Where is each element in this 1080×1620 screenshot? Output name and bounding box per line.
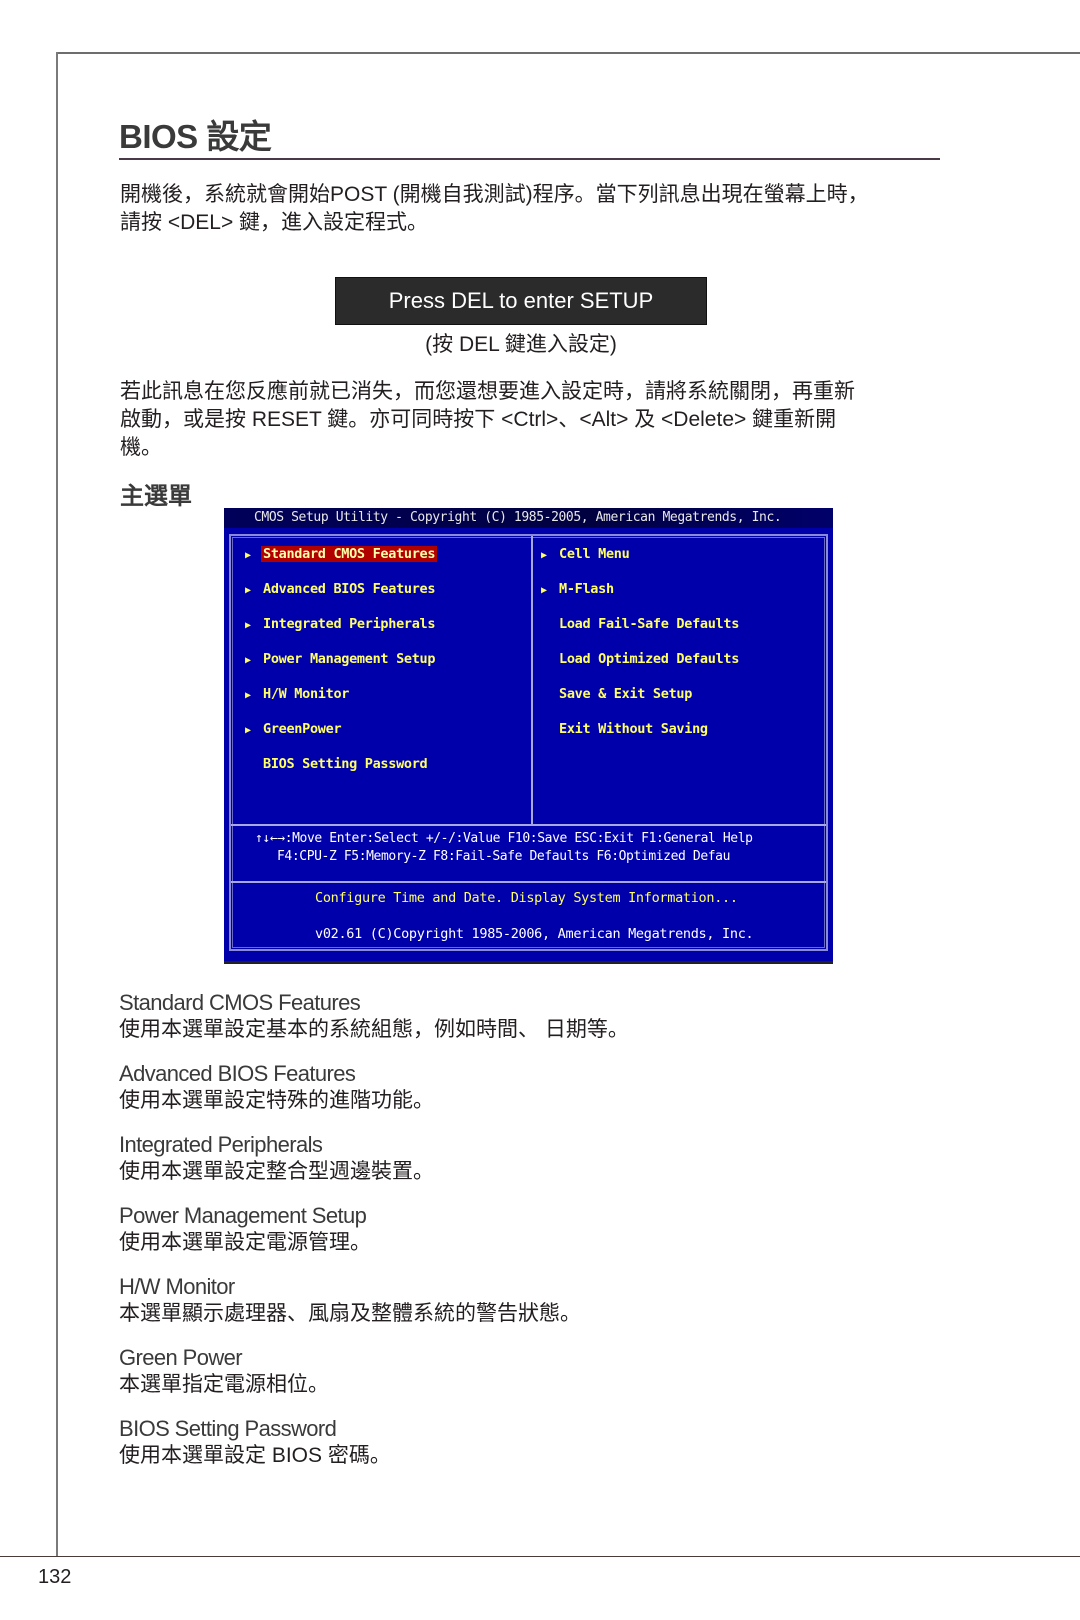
bios-left-item[interactable]: ▶ Standard CMOS Features bbox=[245, 544, 438, 564]
reset-line: 啟動，或是按 RESET 鍵。亦可同時按下 <Ctrl>、<Alt> 及 <De… bbox=[120, 408, 837, 431]
bios-right-item-label: Load Optimized Defaults bbox=[559, 651, 740, 667]
reset-line: 若此訊息在您反應前就已消失，而您還想要進入設定時，請將系統關閉，再重新 bbox=[120, 380, 855, 403]
bios-left-item-label: H/W Monitor bbox=[263, 686, 350, 702]
page-frame-left-rule bbox=[56, 52, 58, 1556]
description-text: 使用本選單設定基本的系統組態，例如時間、 日期等。 bbox=[119, 1018, 629, 1041]
bios-left-item-label: GreenPower bbox=[263, 721, 342, 737]
description-text: 使用本選單設定特殊的進階功能。 bbox=[119, 1089, 434, 1112]
description-item: BIOS Setting Password 使用本選單設定 BIOS 密碼。 bbox=[119, 1416, 919, 1470]
bios-left-item[interactable]: ▶ GreenPower bbox=[245, 719, 343, 739]
intro-line: 請按 <DEL> 鍵，進入設定程式。 bbox=[120, 211, 429, 234]
reset-line: 機。 bbox=[120, 436, 162, 459]
bios-left-item[interactable]: ▶ Integrated Peripherals bbox=[245, 614, 437, 634]
bios-left-item-label: Integrated Peripherals bbox=[263, 616, 436, 632]
description-text: 本選單指定電源相位。 bbox=[119, 1373, 329, 1396]
description-title: H/W Monitor bbox=[119, 1274, 235, 1299]
bios-right-item[interactable]: ▶ Cell Menu bbox=[541, 544, 631, 564]
bios-left-item[interactable]: BIOS Setting Password bbox=[245, 754, 429, 774]
triangle-right-icon: ▶ bbox=[245, 725, 251, 736]
description-title: Integrated Peripherals bbox=[119, 1132, 323, 1157]
description-item: Advanced BIOS Features 使用本選單設定特殊的進階功能。 bbox=[119, 1061, 919, 1115]
bios-help-divider bbox=[231, 824, 826, 826]
description-item: Power Management Setup 使用本選單設定電源管理。 bbox=[119, 1203, 919, 1257]
bios-left-item[interactable]: ▶ Power Management Setup bbox=[245, 649, 437, 669]
description-text: 使用本選單設定電源管理。 bbox=[119, 1231, 371, 1254]
page-footer-rule bbox=[0, 1556, 1080, 1557]
bios-version-text: v02.61 (C)Copyright 1985-2006, American … bbox=[315, 926, 754, 942]
description-item: Integrated Peripherals 使用本選單設定整合型週邊裝置。 bbox=[119, 1132, 919, 1186]
press-del-caption: (按 DEL 鍵進入設定) bbox=[425, 333, 617, 356]
bios-left-item[interactable]: ▶ H/W Monitor bbox=[245, 684, 351, 704]
bios-right-item[interactable]: Exit Without Saving bbox=[541, 719, 710, 739]
page-number: 132 bbox=[38, 1566, 72, 1588]
description-title: Standard CMOS Features bbox=[119, 990, 361, 1015]
description-title: Green Power bbox=[119, 1345, 243, 1370]
bios-left-item-label: Power Management Setup bbox=[263, 651, 436, 667]
triangle-right-icon: ▶ bbox=[541, 585, 547, 596]
bios-status-divider bbox=[231, 881, 826, 883]
bios-screenshot: CMOS Setup Utility - Copyright (C) 1985-… bbox=[224, 508, 833, 964]
description-title: Power Management Setup bbox=[119, 1203, 367, 1228]
intro-line: 開機後，系統就會開始POST (開機自我測試)程序。當下列訊息出現在螢幕上時， bbox=[120, 183, 869, 206]
bios-help-line-1: ↑↓←→:Move Enter:Select +/-/:Value F10:Sa… bbox=[255, 831, 753, 846]
bios-left-item[interactable]: ▶ Advanced BIOS Features bbox=[245, 579, 437, 599]
description-item: Standard CMOS Features 使用本選單設定基本的系統組態，例如時… bbox=[119, 990, 919, 1044]
bios-right-item[interactable]: ▶ M-Flash bbox=[541, 579, 616, 599]
bios-frame: ▶ Standard CMOS Features ▶ Advanced BIOS Fe… bbox=[229, 534, 828, 951]
bios-left-item-label: Advanced BIOS Features bbox=[263, 581, 436, 597]
description-title: BIOS Setting Password bbox=[119, 1416, 337, 1441]
description-text: 使用本選單設定 BIOS 密碼。 bbox=[119, 1444, 391, 1467]
triangle-right-icon: ▶ bbox=[245, 550, 251, 561]
triangle-right-icon: ▶ bbox=[245, 655, 251, 666]
description-item: H/W Monitor 本選單顯示處理器、風扇及整體系統的警告狀態。 bbox=[119, 1274, 919, 1328]
bios-status-text: Configure Time and Date. Display System … bbox=[315, 890, 738, 906]
bios-right-item[interactable]: Load Optimized Defaults bbox=[541, 649, 741, 669]
bios-right-item-label: Load Fail-Safe Defaults bbox=[559, 616, 740, 632]
reset-paragraph: 若此訊息在您反應前就已消失，而您還想要進入設定時，請將系統關閉，再重新 啟動，或… bbox=[120, 378, 940, 462]
triangle-right-icon: ▶ bbox=[541, 550, 547, 561]
triangle-right-icon: ▶ bbox=[245, 585, 251, 596]
description-text: 本選單顯示處理器、風扇及整體系統的警告狀態。 bbox=[119, 1302, 581, 1325]
description-text: 使用本選單設定整合型週邊裝置。 bbox=[119, 1160, 434, 1183]
bios-right-item[interactable]: Load Fail-Safe Defaults bbox=[541, 614, 741, 634]
triangle-right-icon: ▶ bbox=[245, 620, 251, 631]
main-menu-heading: 主選單 bbox=[120, 483, 192, 510]
bios-left-item-label: Standard CMOS Features bbox=[261, 546, 438, 562]
bios-right-item-label: M-Flash bbox=[559, 581, 614, 597]
page-frame-top-rule bbox=[56, 52, 1080, 54]
bios-right-item-label: Save & Exit Setup bbox=[559, 686, 693, 702]
bios-column-divider bbox=[531, 536, 533, 824]
description-item: Green Power 本選單指定電源相位。 bbox=[119, 1345, 919, 1399]
title-rule bbox=[119, 158, 940, 160]
intro-paragraph: 開機後，系統就會開始POST (開機自我測試)程序。當下列訊息出現在螢幕上時， … bbox=[120, 181, 940, 237]
bios-right-item[interactable]: Save & Exit Setup bbox=[541, 684, 694, 704]
bios-right-item-label: Cell Menu bbox=[559, 546, 630, 562]
bios-left-item-label: BIOS Setting Password bbox=[263, 756, 428, 772]
page-title: BIOS 設定 bbox=[119, 118, 272, 155]
bios-right-item-label: Exit Without Saving bbox=[559, 721, 708, 737]
press-del-banner: Press DEL to enter SETUP bbox=[335, 277, 707, 325]
bios-title-bar: CMOS Setup Utility - Copyright (C) 1985-… bbox=[224, 508, 833, 528]
bios-help-line-2: F4:CPU-Z F5:Memory-Z F8:Fail-Safe Defaul… bbox=[277, 849, 731, 864]
triangle-right-icon: ▶ bbox=[245, 690, 251, 701]
description-title: Advanced BIOS Features bbox=[119, 1061, 356, 1086]
